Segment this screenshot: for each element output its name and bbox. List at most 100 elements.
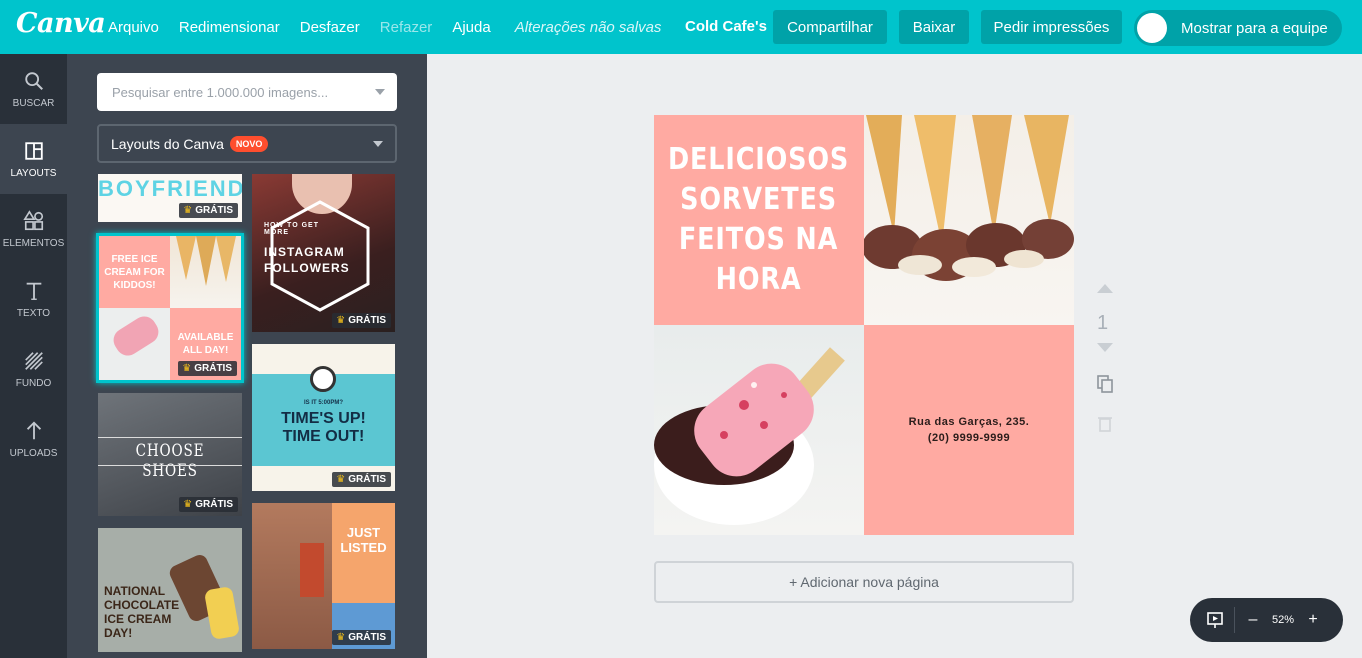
nav-label: UPLOADS <box>9 447 58 459</box>
thumb-subtitle: HOW TO GET MORE <box>264 222 319 236</box>
menu-file[interactable]: Arquivo <box>108 19 159 36</box>
text-icon <box>26 282 41 300</box>
layout-thumb-chocolate[interactable]: NATIONAL CHOCOLATE ICE CREAM DAY! <box>98 528 242 652</box>
crown-icon: ♛ <box>336 632 346 643</box>
design-name[interactable]: Cold Cafe's <box>685 18 767 35</box>
thumb-title: JUST LISTED <box>340 525 387 555</box>
add-page-button[interactable]: + Adicionar nova página <box>654 561 1074 603</box>
design-page[interactable]: DELICIOSOS SORVETES FEITOS NA HORA Rua d… <box>654 115 1074 535</box>
photo-ice-cream-cones[interactable] <box>862 115 1074 325</box>
headline-line: DELICIOSOS <box>668 142 850 177</box>
nav-label: LAYOUTS <box>10 167 57 179</box>
free-badge: ♛ GRÁTIS <box>332 472 391 487</box>
free-badge-label: GRÁTIS <box>348 315 386 326</box>
canva-logo[interactable]: Canva <box>16 8 106 39</box>
crown-icon: ♛ <box>336 474 346 485</box>
new-badge: NOVO <box>229 135 269 152</box>
phone-text[interactable]: (20) 9999-9999 <box>928 430 1010 446</box>
nav-label: ELEMENTOS <box>2 237 65 249</box>
thumb-title: NATIONAL CHOCOLATE ICE CREAM DAY! <box>104 584 180 640</box>
thumb-title: INSTAGRAM FOLLOWERS <box>264 245 350 275</box>
layouts-icon <box>24 141 43 160</box>
cones-illustration <box>862 115 1074 281</box>
headline-line: SORVETES <box>680 182 838 217</box>
menu-resize[interactable]: Redimensionar <box>179 19 280 36</box>
elements-icon <box>22 209 43 230</box>
canvas-area: DELICIOSOS SORVETES FEITOS NA HORA Rua d… <box>427 54 1362 658</box>
top-bar: Canva Arquivo Redimensionar Desfazer Ref… <box>0 0 1362 54</box>
thumb-photo-popsicle <box>99 308 170 380</box>
free-badge-label: GRÁTIS <box>195 499 233 510</box>
free-badge: ♛ GRÁTIS <box>179 497 238 512</box>
menu-redo[interactable]: Refazer <box>380 19 433 36</box>
toggle-knob <box>1137 13 1167 43</box>
delete-page-icon[interactable] <box>1096 414 1114 432</box>
address-text[interactable]: Rua das Garças, 235. <box>909 414 1030 430</box>
menu-help[interactable]: Ajuda <box>452 19 490 36</box>
free-badge-label: GRÁTIS <box>195 205 233 216</box>
duplicate-page-icon[interactable] <box>1095 374 1115 394</box>
crown-icon: ♛ <box>182 363 192 374</box>
photo-popsicle[interactable] <box>654 325 864 535</box>
nav-label: TEXTO <box>16 307 51 319</box>
thumb-subtitle: IS IT 5:00PM? <box>303 400 343 406</box>
show-team-label: Mostrar para a equipe <box>1181 19 1328 37</box>
layout-thumb-instagram[interactable]: HOW TO GET MORE INSTAGRAM FOLLOWERS ♛ GRÁ… <box>252 174 395 332</box>
move-page-down-icon[interactable] <box>1097 343 1113 352</box>
thumb-text: FREE ICE CREAM FOR KIDDOS! <box>99 236 170 308</box>
layout-thumb-timesup[interactable]: IS IT 5:00PM? TIME'S UP! TIME OUT! ♛ GRÁT… <box>252 344 395 491</box>
zoom-in-button[interactable]: + <box>1303 611 1323 629</box>
layouts-dropdown-label: Layouts do Canva <box>111 135 224 152</box>
zoom-level[interactable]: 52% <box>1263 614 1303 626</box>
image-search-input[interactable]: Pesquisar entre 1.000.000 imagens... <box>97 73 397 111</box>
nav-label: FUNDO <box>15 377 52 389</box>
crown-icon: ♛ <box>336 315 346 326</box>
nav-text[interactable]: TEXTO <box>0 264 67 334</box>
nav-layouts[interactable]: LAYOUTS <box>0 124 67 194</box>
layout-thumb-justlisted[interactable]: JUST LISTED ♛ GRÁTIS <box>252 503 395 649</box>
zoom-out-button[interactable]: – <box>1243 611 1263 629</box>
order-prints-button[interactable]: Pedir impressões <box>981 10 1122 44</box>
free-badge: ♛ GRÁTIS <box>178 361 237 376</box>
layouts-panel: Pesquisar entre 1.000.000 imagens... Lay… <box>67 54 427 658</box>
contact-block[interactable]: Rua das Garças, 235. (20) 9999-9999 <box>864 325 1074 535</box>
thumb-photo-cones <box>170 236 241 308</box>
layouts-dropdown[interactable]: Layouts do Canva NOVO <box>97 124 397 163</box>
unsaved-status: Alterações não salvas <box>514 18 662 36</box>
chevron-down-icon <box>375 89 385 95</box>
layout-thumb-shoes[interactable]: CHOOSE SHOES ♛ GRÁTIS <box>98 393 242 516</box>
crown-icon: ♛ <box>183 205 193 216</box>
move-page-up-icon[interactable] <box>1097 284 1113 293</box>
upload-icon <box>26 420 41 439</box>
layout-thumb-boyfriend[interactable]: BOYFRIEND ♛ GRÁTIS <box>98 174 242 222</box>
headline-block[interactable]: DELICIOSOS SORVETES FEITOS NA HORA <box>654 115 864 325</box>
free-badge: ♛ GRÁTIS <box>179 203 238 218</box>
layout-thumb-icecream[interactable]: FREE ICE CREAM FOR KIDDOS! AVAILABLE ALL… <box>96 233 244 383</box>
popsicle-illustration <box>654 347 845 525</box>
free-badge-label: GRÁTIS <box>348 474 386 485</box>
search-placeholder: Pesquisar entre 1.000.000 imagens... <box>112 84 329 100</box>
share-button[interactable]: Compartilhar <box>773 10 887 44</box>
headline-line: HORA <box>716 262 802 297</box>
download-button[interactable]: Baixar <box>899 10 969 44</box>
free-badge-label: GRÁTIS <box>194 363 232 374</box>
nav-background[interactable]: FUNDO <box>0 334 67 404</box>
left-nav: BUSCAR LAYOUTS ELEMENTOS TEXTO FUNDO UPL… <box>0 54 67 658</box>
present-icon[interactable] <box>1206 611 1224 629</box>
headline-line: FEITOS NA <box>679 222 839 257</box>
headline-text[interactable]: DELICIOSOS SORVETES FEITOS NA HORA <box>668 140 849 300</box>
nav-label: BUSCAR <box>12 97 55 109</box>
nav-search[interactable]: BUSCAR <box>0 54 67 124</box>
menu-undo[interactable]: Desfazer <box>300 19 360 36</box>
show-team-toggle[interactable]: Mostrar para a equipe <box>1134 10 1342 46</box>
zoom-controls: – 52% + <box>1190 598 1343 642</box>
main-menu: Arquivo Redimensionar Desfazer Refazer A… <box>108 0 681 54</box>
stopwatch-icon <box>310 366 336 392</box>
thumb-title: TIME'S UP! TIME OUT! <box>281 410 366 445</box>
background-icon <box>24 351 43 370</box>
chevron-down-icon <box>373 141 383 147</box>
nav-uploads[interactable]: UPLOADS <box>0 404 67 474</box>
search-icon <box>24 71 43 90</box>
nav-elements[interactable]: ELEMENTOS <box>0 194 67 264</box>
thumb-title: CHOOSE SHOES <box>135 441 205 481</box>
